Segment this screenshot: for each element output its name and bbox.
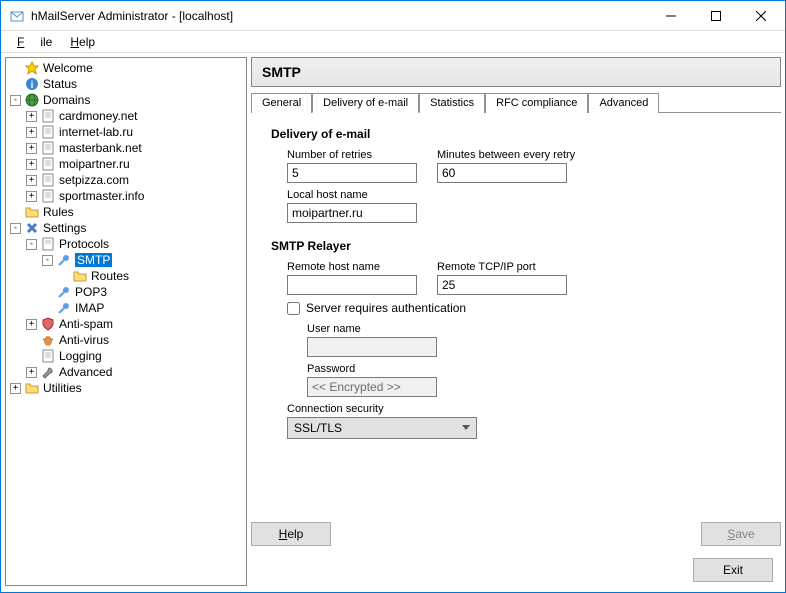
menu-help[interactable]: Help: [62, 33, 103, 51]
remoteport-input[interactable]: [437, 275, 567, 295]
expand-icon[interactable]: +: [26, 159, 37, 170]
connsec-value: SSL/TLS: [294, 421, 342, 435]
expand-icon[interactable]: +: [26, 111, 37, 122]
tree-welcome[interactable]: Welcome: [6, 60, 246, 76]
tree-settings[interactable]: -Settings: [6, 220, 246, 236]
folder-icon: [72, 268, 88, 284]
page-icon: [40, 140, 56, 156]
tree-view[interactable]: Welcome iStatus -Domains +cardmoney.net …: [5, 57, 247, 586]
tree-domain-item[interactable]: +masterbank.net: [6, 140, 246, 156]
password-label: Password: [307, 363, 437, 375]
svg-text:i: i: [31, 80, 34, 91]
tree-domain-item[interactable]: +moipartner.ru: [6, 156, 246, 172]
section-relayer: SMTP Relayer: [271, 239, 761, 253]
pin-icon: [56, 300, 72, 316]
expand-icon[interactable]: +: [26, 175, 37, 186]
panel-title: SMTP: [251, 57, 781, 87]
page-icon: [40, 156, 56, 172]
expand-icon[interactable]: +: [26, 127, 37, 138]
username-input: [307, 337, 437, 357]
tree-smtp[interactable]: -SMTP: [6, 252, 246, 268]
localhost-input[interactable]: [287, 203, 417, 223]
page-icon: [40, 188, 56, 204]
connsec-label: Connection security: [287, 403, 477, 415]
retries-input[interactable]: [287, 163, 417, 183]
pin-icon: [56, 284, 72, 300]
tree-antivirus[interactable]: Anti-virus: [6, 332, 246, 348]
minutes-label: Minutes between every retry: [437, 149, 575, 161]
expand-icon[interactable]: +: [10, 383, 21, 394]
tools-icon: [24, 220, 40, 236]
close-button[interactable]: [738, 2, 783, 30]
localhost-label: Local host name: [287, 189, 417, 201]
auth-label: Server requires authentication: [306, 301, 466, 315]
wrench-icon: [40, 364, 56, 380]
help-button[interactable]: Help: [251, 522, 331, 546]
remotehost-input[interactable]: [287, 275, 417, 295]
tree-imap[interactable]: IMAP: [6, 300, 246, 316]
bug-icon: [40, 332, 56, 348]
remotehost-label: Remote host name: [287, 261, 417, 273]
collapse-icon[interactable]: -: [42, 255, 53, 266]
titlebar: hMailServer Administrator - [localhost]: [1, 1, 785, 31]
save-button[interactable]: Save: [701, 522, 781, 546]
page-icon: [40, 124, 56, 140]
tab-statistics[interactable]: Statistics: [419, 93, 485, 113]
tree-protocols[interactable]: -Protocols: [6, 236, 246, 252]
pin-icon: [56, 252, 72, 268]
collapse-icon[interactable]: -: [10, 223, 21, 234]
minutes-input[interactable]: [437, 163, 567, 183]
folder-icon: [24, 380, 40, 396]
page-icon: [40, 172, 56, 188]
globe-icon: [24, 92, 40, 108]
tree-domain-item[interactable]: +internet-lab.ru: [6, 124, 246, 140]
expand-icon[interactable]: +: [26, 319, 37, 330]
tree-domain-item[interactable]: +sportmaster.info: [6, 188, 246, 204]
section-delivery: Delivery of e-mail: [271, 127, 761, 141]
menu-file[interactable]: File: [9, 33, 60, 51]
info-icon: i: [24, 76, 40, 92]
tree-antispam[interactable]: +Anti-spam: [6, 316, 246, 332]
folder-icon: [24, 204, 40, 220]
page-icon: [40, 236, 56, 252]
tree-logging[interactable]: Logging: [6, 348, 246, 364]
collapse-icon[interactable]: -: [26, 239, 37, 250]
tab-advanced[interactable]: Advanced: [588, 93, 659, 113]
tree-domains[interactable]: -Domains: [6, 92, 246, 108]
tree-utilities[interactable]: +Utilities: [6, 380, 246, 396]
page-icon: [40, 108, 56, 124]
tab-delivery[interactable]: Delivery of e-mail: [312, 93, 419, 113]
menubar: File Help: [1, 31, 785, 53]
app-icon: [9, 8, 25, 24]
expand-icon[interactable]: +: [26, 367, 37, 378]
page-icon: [40, 348, 56, 364]
retries-label: Number of retries: [287, 149, 417, 161]
remoteport-label: Remote TCP/IP port: [437, 261, 567, 273]
expand-icon[interactable]: +: [26, 143, 37, 154]
exit-button[interactable]: Exit: [693, 558, 773, 582]
tree-pop3[interactable]: POP3: [6, 284, 246, 300]
username-label: User name: [307, 323, 437, 335]
tree-domain-item[interactable]: +cardmoney.net: [6, 108, 246, 124]
expand-icon[interactable]: +: [26, 191, 37, 202]
shield-icon: [40, 316, 56, 332]
tree-domain-item[interactable]: +setpizza.com: [6, 172, 246, 188]
connsec-select[interactable]: SSL/TLS: [287, 417, 477, 439]
tree-routes[interactable]: Routes: [6, 268, 246, 284]
tree-rules[interactable]: Rules: [6, 204, 246, 220]
tab-rfc[interactable]: RFC compliance: [485, 93, 588, 113]
password-input: [307, 377, 437, 397]
chevron-down-icon: [462, 425, 470, 431]
auth-checkbox[interactable]: [287, 302, 300, 315]
tab-general[interactable]: General: [251, 93, 312, 113]
minimize-button[interactable]: [648, 2, 693, 30]
tabs: General Delivery of e-mail Statistics RF…: [251, 93, 781, 113]
maximize-button[interactable]: [693, 2, 738, 30]
tree-status[interactable]: iStatus: [6, 76, 246, 92]
star-icon: [24, 60, 40, 76]
tree-advanced[interactable]: +Advanced: [6, 364, 246, 380]
window-title: hMailServer Administrator - [localhost]: [31, 9, 648, 23]
collapse-icon[interactable]: -: [10, 95, 21, 106]
